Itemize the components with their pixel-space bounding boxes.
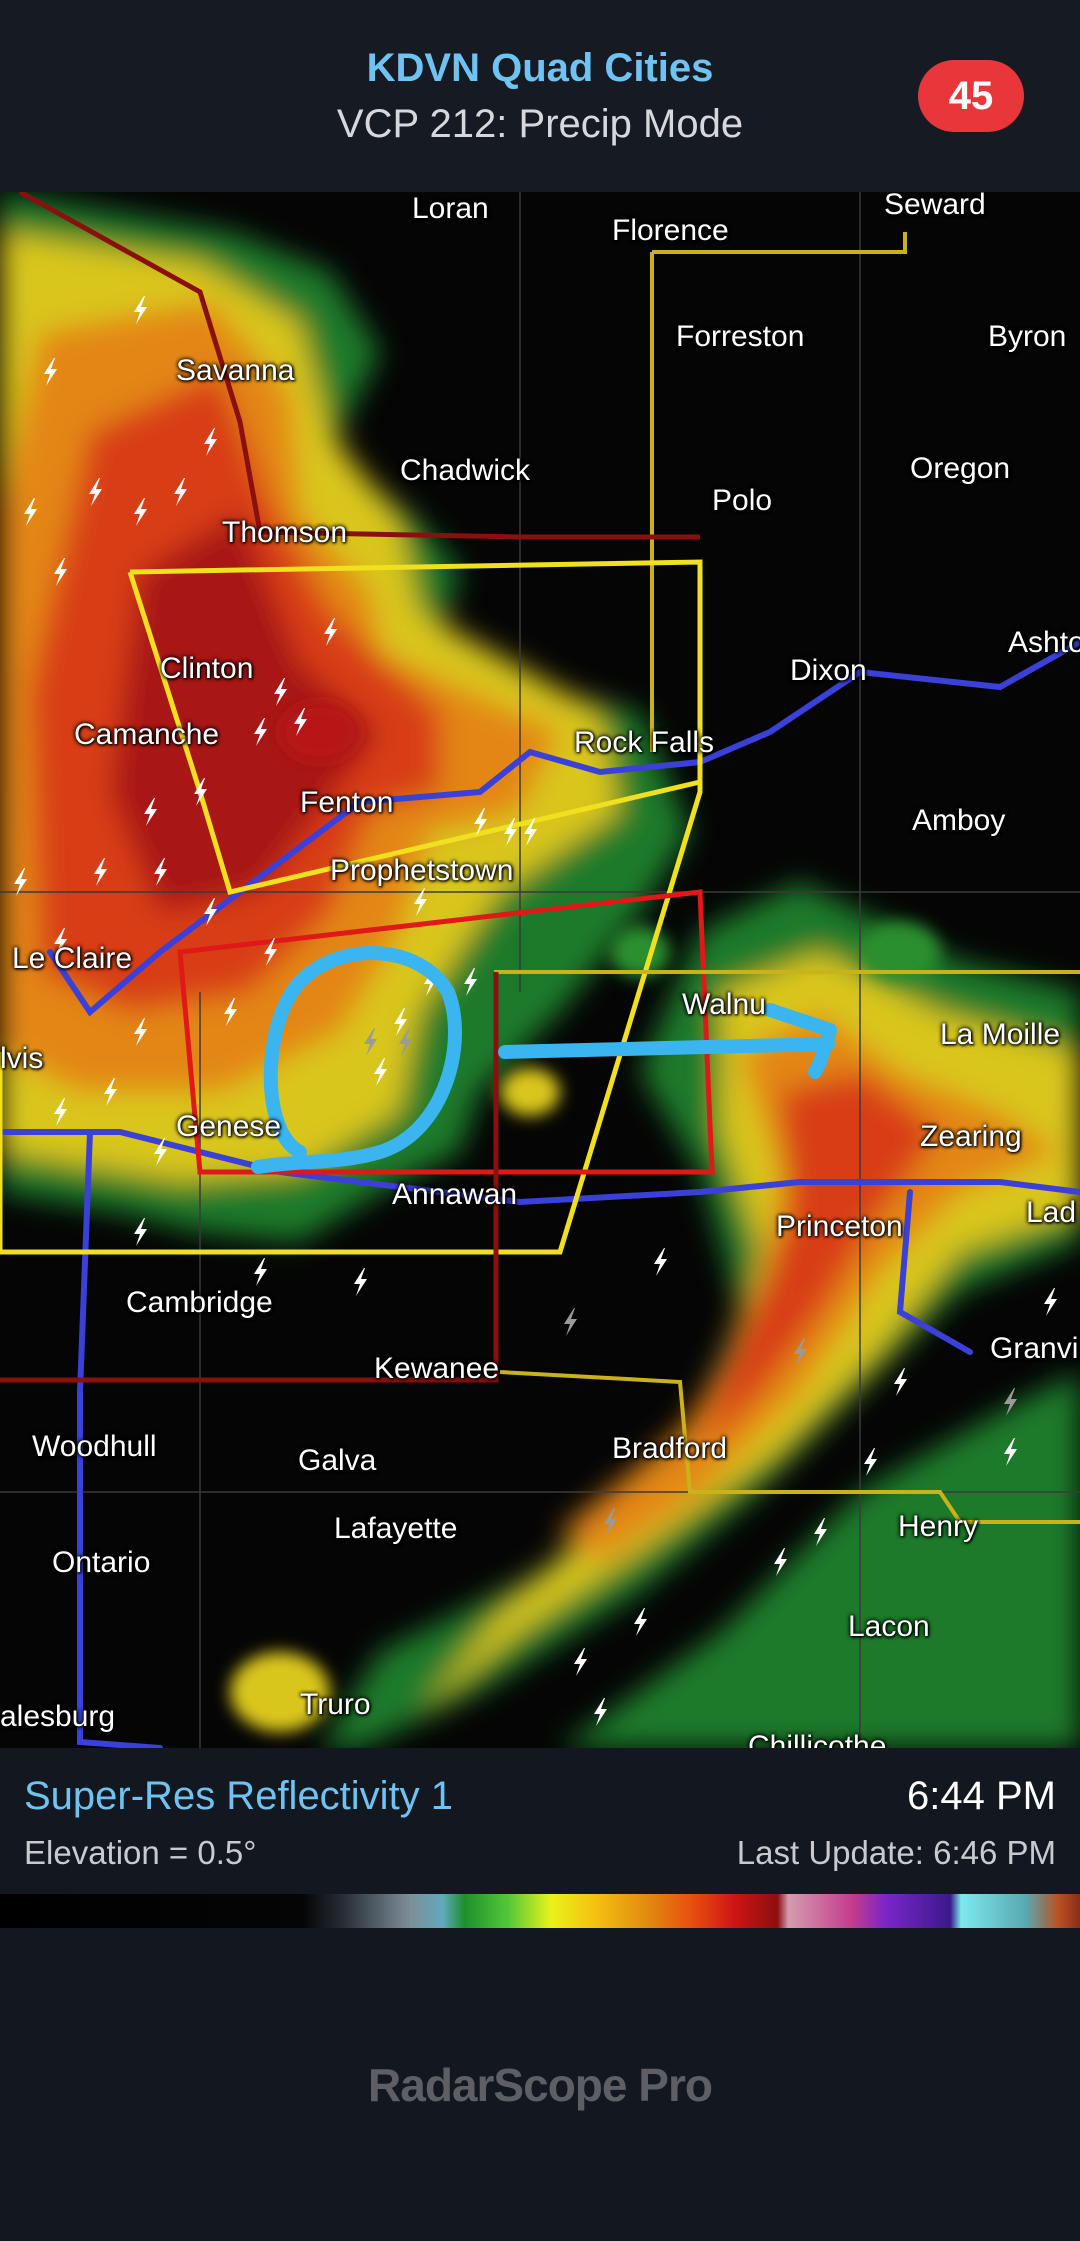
city-label: Lacon [848, 1610, 930, 1643]
lightning-bolt-icon [654, 1248, 667, 1276]
city-label: Cambridge [126, 1286, 273, 1319]
city-label: Chadwick [400, 454, 531, 487]
city-label: Princeton [776, 1210, 903, 1243]
city-label: Clinton [160, 652, 254, 685]
city-label: Amboy [912, 804, 1006, 837]
city-label: Chillicothe [748, 1730, 887, 1748]
elevation-label: Elevation = 0.5° [24, 1834, 257, 1871]
city-label: Kewanee [374, 1352, 500, 1385]
lightning-bolt-icon [574, 1648, 587, 1676]
product-name[interactable]: Super-Res Reflectivity 1 [24, 1774, 453, 1819]
city-label: La Moille [940, 1018, 1061, 1051]
city-label: Walnu [682, 988, 766, 1021]
city-label: Genese [176, 1110, 282, 1143]
city-label: Byron [988, 320, 1067, 353]
city-label: Thomson [222, 516, 348, 549]
city-label: Woodhull [32, 1430, 157, 1463]
warnings-count-badge[interactable]: 45 [918, 60, 1024, 132]
product-info-panel: Super-Res Reflectivity 1 6:44 PM Elevati… [0, 1748, 1080, 2241]
city-label: Granvi [990, 1332, 1079, 1365]
city-label: Truro [300, 1688, 371, 1721]
city-label: Polo [712, 484, 773, 517]
city-label: lvis [0, 1042, 44, 1075]
city-label: Loran [412, 192, 489, 225]
city-label: Le Claire [12, 942, 133, 975]
city-label: Fenton [300, 786, 394, 819]
lightning-bolt-icon [134, 1218, 147, 1246]
city-label: Lafayette [334, 1512, 458, 1545]
city-label: Rock Falls [574, 726, 715, 759]
reflectivity-color-scale [0, 1894, 1080, 1928]
city-label: Forreston [676, 320, 805, 353]
city-label: Galva [298, 1444, 377, 1477]
last-update-label: Last Update: 6:46 PM [736, 1834, 1056, 1871]
city-label: Ontario [52, 1546, 151, 1579]
lightning-bolt-icon [894, 1368, 907, 1396]
city-label: Dixon [790, 654, 867, 687]
city-label: Bradford [612, 1432, 728, 1465]
lightning-bolt-icon [864, 1448, 877, 1476]
lightning-bolt-icon [354, 1268, 367, 1296]
scan-time: 6:44 PM [907, 1774, 1056, 1818]
vcp-mode-label: VCP 212: Precip Mode [336, 102, 744, 146]
city-label: Ashto [1008, 626, 1080, 659]
city-label: Savanna [176, 354, 295, 387]
city-label: alesburg [0, 1700, 116, 1733]
city-label: Florence [612, 214, 729, 247]
city-label: Lad [1026, 1196, 1077, 1229]
city-label: Camanche [74, 718, 220, 751]
app-brand-logo: RadarScope Pro [368, 2059, 713, 2111]
lightning-bolt-icon [254, 1258, 267, 1286]
city-label: Annawan [392, 1178, 518, 1211]
city-label: Seward [884, 192, 986, 221]
radar-map[interactable]: Loran Florence Seward Forreston Byron Sa… [0, 192, 1080, 1748]
city-label: Zearing [920, 1120, 1022, 1153]
radar-station-title[interactable]: KDVN Quad Cities [0, 46, 1080, 91]
lightning-bolt-icon [1044, 1288, 1057, 1316]
city-label: Henry [898, 1510, 979, 1543]
city-label: Prophetstown [330, 854, 514, 887]
app-header: KDVN Quad Cities VCP 212: Precip Mode 45 [0, 0, 1080, 192]
lightning-bolt-icon [634, 1608, 647, 1636]
city-label: Oregon [910, 452, 1011, 485]
